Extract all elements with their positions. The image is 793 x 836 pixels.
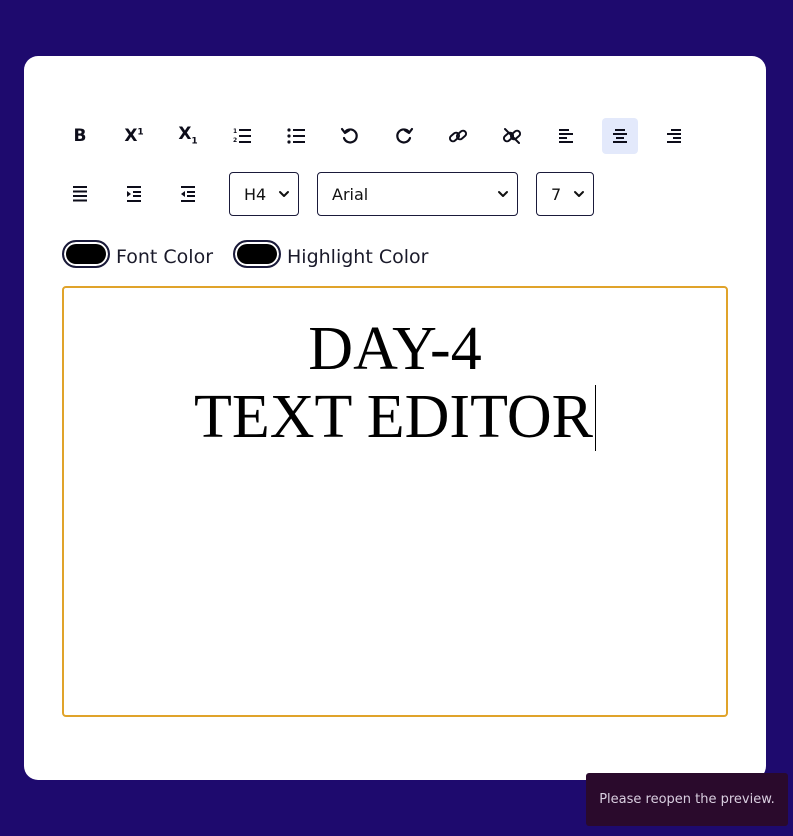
toolbar-row-2: H4 Arial 7 — [62, 172, 612, 216]
outdent-button[interactable] — [170, 176, 206, 212]
superscript-button[interactable]: X1 — [116, 118, 152, 154]
align-right-button[interactable] — [656, 118, 692, 154]
unlink-button[interactable] — [494, 118, 530, 154]
text-editor-area[interactable]: DAY-4 TEXT EDITOR — [62, 286, 728, 717]
bold-button[interactable]: B — [62, 118, 98, 154]
font-family-select-value: Arial — [332, 184, 369, 204]
align-left-button[interactable] — [548, 118, 584, 154]
justify-icon — [73, 186, 87, 202]
font-family-select[interactable]: Arial — [317, 172, 518, 216]
font-size-select[interactable]: 7 — [536, 172, 594, 216]
toolbar-row-1: B X1 X1 1 2 — [62, 118, 710, 154]
heading-select[interactable]: H4 — [229, 172, 299, 216]
editor-line-2: TEXT EDITOR — [64, 383, 726, 451]
indent-button[interactable] — [116, 176, 152, 212]
svg-text:1: 1 — [233, 128, 237, 135]
highlight-color-picker[interactable] — [233, 240, 282, 268]
chevron-down-icon — [574, 191, 584, 197]
font-color-picker[interactable] — [62, 240, 110, 268]
align-right-icon — [667, 129, 681, 143]
ordered-list-icon: 1 2 — [233, 128, 251, 144]
chevron-down-icon — [498, 191, 508, 197]
align-center-button[interactable] — [602, 118, 638, 154]
link-button[interactable] — [440, 118, 476, 154]
superscript-icon: X1 — [124, 125, 144, 146]
link-icon — [448, 129, 468, 143]
font-color-label: Font Color — [116, 246, 214, 268]
highlight-color-label: Highlight Color — [287, 246, 429, 268]
editor-card: B X1 X1 1 2 H4 Arial 7 Font Color Highli… — [24, 56, 766, 780]
undo-button[interactable] — [332, 118, 368, 154]
chevron-down-icon — [279, 191, 289, 197]
bold-icon: B — [73, 125, 87, 146]
align-left-icon — [559, 129, 573, 143]
subscript-button[interactable]: X1 — [170, 118, 206, 154]
unordered-list-button[interactable] — [278, 118, 314, 154]
editor-line-2-text: TEXT EDITOR — [194, 383, 593, 451]
color-controls: Font Color Highlight Color — [62, 238, 428, 270]
unordered-list-icon — [287, 128, 305, 144]
preview-toast: Please reopen the preview. — [586, 773, 788, 826]
text-cursor — [594, 385, 596, 451]
unlink-icon — [502, 128, 522, 144]
redo-icon — [396, 127, 414, 144]
align-center-icon — [613, 129, 627, 143]
editor-line-1: DAY-4 — [308, 315, 482, 383]
justify-button[interactable] — [62, 176, 98, 212]
indent-icon — [127, 186, 141, 202]
undo-icon — [340, 127, 358, 144]
heading-select-value: H4 — [244, 184, 267, 204]
svg-text:2: 2 — [233, 137, 237, 144]
outdent-icon — [181, 186, 195, 202]
subscript-icon: X1 — [178, 123, 198, 147]
font-size-select-value: 7 — [551, 184, 562, 204]
redo-button[interactable] — [386, 118, 422, 154]
toast-message: Please reopen the preview. — [599, 792, 775, 807]
ordered-list-button[interactable]: 1 2 — [224, 118, 260, 154]
